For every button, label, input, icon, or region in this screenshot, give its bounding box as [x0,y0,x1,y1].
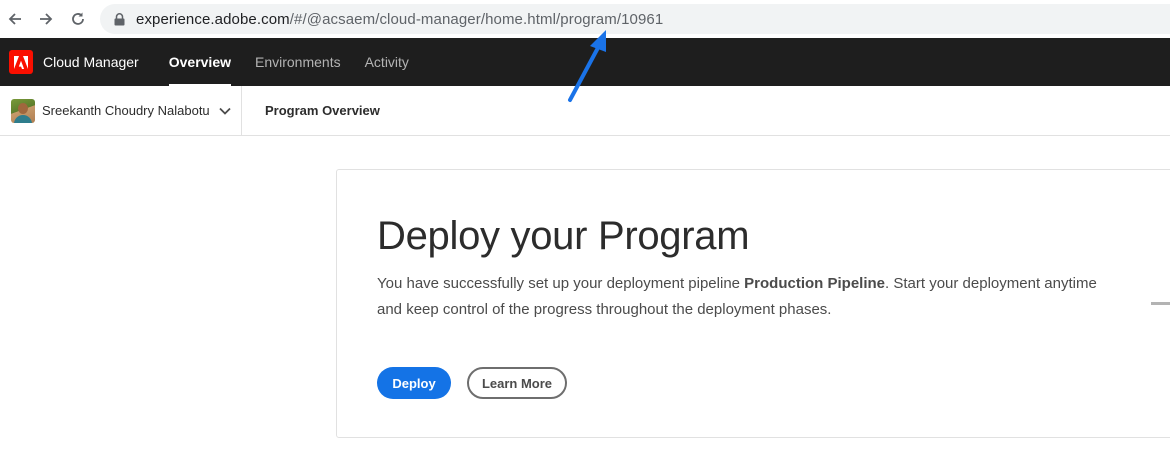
reload-button[interactable] [63,4,93,34]
user-name: Sreekanth Choudry Nalabotu [42,103,210,118]
card-description: You have successfully set up your deploy… [377,271,1097,323]
annotation-arrow-icon [568,30,606,102]
lock-icon [112,12,126,26]
learn-more-button[interactable]: Learn More [467,367,567,399]
chevron-down-icon[interactable] [218,104,232,118]
forward-button[interactable] [31,4,61,34]
page-title: Program Overview [265,103,380,118]
card-text-prefix: You have successfully set up your deploy… [377,275,745,292]
avatar [11,98,35,123]
tab-environments[interactable]: Environments [255,38,341,86]
address-bar[interactable]: experience.adobe.com/#/@acsaem/cloud-man… [100,4,1170,34]
adobe-logo-icon[interactable] [9,50,33,74]
tab-activity[interactable]: Activity [365,38,409,86]
url-host: experience.adobe.com [136,10,290,28]
deploy-button[interactable]: Deploy [377,367,451,399]
back-button[interactable] [0,4,30,34]
carousel-indicator[interactable] [1151,302,1170,305]
deploy-card: Deploy your Program You have successfull… [336,169,1170,438]
back-arrow-icon [8,13,21,25]
tab-overview[interactable]: Overview [168,38,232,86]
user-switcher[interactable]: Sreekanth Choudry Nalabotu [0,85,242,136]
card-heading: Deploy your Program [377,214,750,258]
app-name[interactable]: Cloud Manager [43,54,139,70]
reload-icon [72,12,84,25]
pipeline-name: Production Pipeline [744,275,886,292]
forward-arrow-icon [40,13,53,25]
top-nav: Overview Environments Activity [168,38,433,86]
